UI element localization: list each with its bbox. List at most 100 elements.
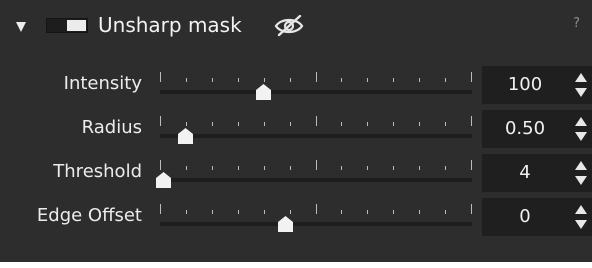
radius-slider[interactable] xyxy=(160,106,472,150)
edge-offset-row: Edge Offset 0 xyxy=(0,194,592,238)
eye-slash-icon[interactable] xyxy=(273,15,305,37)
slider-track xyxy=(160,90,472,94)
slider-tick xyxy=(212,78,213,82)
slider-thumb[interactable] xyxy=(177,128,193,144)
increment-arrow-icon[interactable] xyxy=(575,73,587,82)
edge-offset-spinner xyxy=(574,205,588,229)
threshold-value[interactable]: 4 xyxy=(482,154,568,192)
panel-header: Unsharp mask ? xyxy=(0,0,592,52)
slider-tick xyxy=(160,160,161,170)
increment-arrow-icon[interactable] xyxy=(575,161,587,170)
slider-tick xyxy=(264,122,265,126)
triangle-down-icon[interactable] xyxy=(16,22,26,32)
slider-tick xyxy=(238,210,239,214)
slider-tick xyxy=(290,210,291,214)
slider-tick xyxy=(367,78,368,82)
slider-tick xyxy=(341,210,342,214)
slider-tick xyxy=(393,210,394,214)
slider-thumb[interactable] xyxy=(277,216,293,232)
slider-tick xyxy=(367,122,368,126)
slider-thumb[interactable] xyxy=(156,172,172,188)
radius-label: Radius xyxy=(81,117,142,138)
slider-tick xyxy=(186,122,187,126)
panel-title: Unsharp mask xyxy=(98,13,242,37)
decrement-arrow-icon[interactable] xyxy=(575,220,587,229)
slider-tick xyxy=(212,122,213,126)
help-button[interactable]: ? xyxy=(573,16,580,31)
slider-tick xyxy=(341,78,342,82)
toggle-knob xyxy=(67,20,86,31)
intensity-slider[interactable] xyxy=(160,62,472,106)
edge-offset-field[interactable]: 0 xyxy=(482,198,592,236)
slider-tick xyxy=(186,210,187,214)
edge-offset-slider[interactable] xyxy=(160,194,472,238)
slider-tick xyxy=(290,78,291,82)
intensity-spinner xyxy=(574,73,588,97)
slider-tick xyxy=(316,204,317,214)
slider-tick xyxy=(445,166,446,170)
threshold-field[interactable]: 4 xyxy=(482,154,592,192)
slider-tick xyxy=(316,160,317,170)
slider-tick xyxy=(316,72,317,82)
threshold-label: Threshold xyxy=(53,161,142,182)
slider-tick xyxy=(471,204,472,214)
slider-tick xyxy=(290,122,291,126)
slider-tick xyxy=(212,166,213,170)
intensity-label: Intensity xyxy=(63,73,142,94)
slider-tick xyxy=(419,210,420,214)
slider-track xyxy=(160,222,472,226)
slider-tick xyxy=(238,166,239,170)
slider-tick xyxy=(186,78,187,82)
slider-thumb[interactable] xyxy=(255,84,271,100)
radius-spinner xyxy=(574,117,588,141)
threshold-slider[interactable] xyxy=(156,150,472,194)
slider-tick xyxy=(264,78,265,82)
slider-tick xyxy=(160,72,161,82)
slider-tick xyxy=(264,210,265,214)
slider-tick xyxy=(341,122,342,126)
slider-tick xyxy=(160,204,161,214)
slider-tick xyxy=(341,166,342,170)
slider-tick xyxy=(316,116,317,126)
enable-toggle[interactable] xyxy=(46,18,88,33)
slider-tick xyxy=(419,78,420,82)
slider-tick xyxy=(212,210,213,214)
slider-tick xyxy=(471,72,472,82)
slider-tick xyxy=(290,166,291,170)
slider-tick xyxy=(264,166,265,170)
slider-tick xyxy=(393,122,394,126)
slider-tick xyxy=(471,160,472,170)
slider-track xyxy=(160,178,472,182)
decrement-arrow-icon[interactable] xyxy=(575,176,587,185)
slider-tick xyxy=(445,78,446,82)
slider-tick xyxy=(393,166,394,170)
increment-arrow-icon[interactable] xyxy=(575,117,587,126)
slider-track xyxy=(160,134,472,138)
slider-tick xyxy=(186,166,187,170)
threshold-row: Threshold 4 xyxy=(0,150,592,194)
radius-row: Radius 0.50 xyxy=(0,106,592,150)
slider-tick xyxy=(419,166,420,170)
slider-tick xyxy=(367,166,368,170)
slider-tick xyxy=(471,116,472,126)
slider-tick xyxy=(160,116,161,126)
decrement-arrow-icon[interactable] xyxy=(575,132,587,141)
decrement-arrow-icon[interactable] xyxy=(575,88,587,97)
slider-tick xyxy=(445,210,446,214)
slider-tick xyxy=(238,78,239,82)
unsharp-mask-panel: Unsharp mask ? Intensity 100 Radius 0.50 xyxy=(0,0,592,262)
intensity-field[interactable]: 100 xyxy=(482,66,592,104)
slider-tick xyxy=(367,210,368,214)
radius-value[interactable]: 0.50 xyxy=(482,110,568,148)
edge-offset-value[interactable]: 0 xyxy=(482,198,568,236)
intensity-row: Intensity 100 xyxy=(0,62,592,106)
slider-tick xyxy=(238,122,239,126)
edge-offset-label: Edge Offset xyxy=(36,205,142,226)
slider-tick xyxy=(419,122,420,126)
slider-tick xyxy=(393,78,394,82)
increment-arrow-icon[interactable] xyxy=(575,205,587,214)
threshold-spinner xyxy=(574,161,588,185)
radius-field[interactable]: 0.50 xyxy=(482,110,592,148)
intensity-value[interactable]: 100 xyxy=(482,66,568,104)
slider-tick xyxy=(445,122,446,126)
